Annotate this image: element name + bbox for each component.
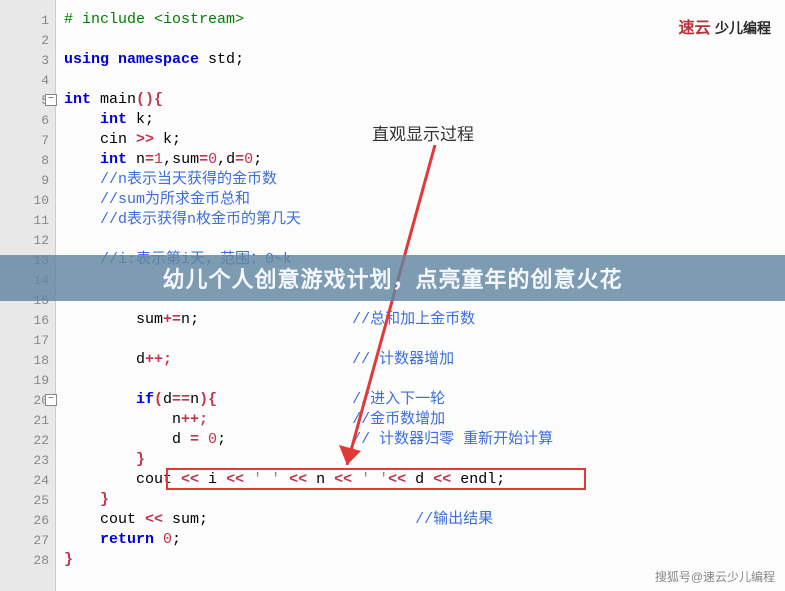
code-line <box>64 230 785 250</box>
line-number: 22 <box>0 430 55 450</box>
line-number: 6 <box>0 110 55 130</box>
line-number: 2 <box>0 30 55 50</box>
code-line: int main(){ <box>64 90 785 110</box>
code-line <box>64 30 785 50</box>
brand-logo: 速云 少儿编程 <box>679 14 771 38</box>
code-line: d = 0; // 计数器归零 重新开始计算 <box>64 430 785 450</box>
code-line: using namespace std; <box>64 50 785 70</box>
code-line: } <box>64 550 785 570</box>
line-number: 1 <box>0 10 55 30</box>
line-number: 9 <box>0 170 55 190</box>
code-line: } <box>64 490 785 510</box>
code-line: # include <iostream> <box>64 10 785 30</box>
line-number: 17 <box>0 330 55 350</box>
line-number: 12 <box>0 230 55 250</box>
line-number: 23 <box>0 450 55 470</box>
line-number: 10 <box>0 190 55 210</box>
code-line: d++; // 计数器增加 <box>64 350 785 370</box>
overlay-banner: 幼儿个人创意游戏计划，点亮童年的创意火花 <box>0 255 785 301</box>
line-number: 27 <box>0 530 55 550</box>
line-number: 11 <box>0 210 55 230</box>
line-number: 24 <box>0 470 55 490</box>
line-number: 25 <box>0 490 55 510</box>
code-line <box>64 70 785 90</box>
code-line: //sum为所求金币总和 <box>64 190 785 210</box>
line-number: 21 <box>0 410 55 430</box>
line-number: 16 <box>0 310 55 330</box>
code-line: if(d==n){ //进入下一轮 <box>64 390 785 410</box>
code-line: sum+=n; //总和加上金币数 <box>64 310 785 330</box>
highlight-box <box>166 468 586 490</box>
code-line: return 0; <box>64 530 785 550</box>
line-number: 19 <box>0 370 55 390</box>
code-line: //d表示获得n枚金币的第几天 <box>64 210 785 230</box>
line-number: 28 <box>0 550 55 570</box>
line-number: 7 <box>0 130 55 150</box>
code-line: //n表示当天获得的金币数 <box>64 170 785 190</box>
line-number: 26 <box>0 510 55 530</box>
line-number: 3 <box>0 50 55 70</box>
code-line <box>64 330 785 350</box>
code-line <box>64 370 785 390</box>
code-line: } <box>64 450 785 470</box>
line-number: 4 <box>0 70 55 90</box>
watermark-text: 搜狐号@速云少儿编程 <box>655 568 775 585</box>
code-line: n++; //金币数增加 <box>64 410 785 430</box>
line-number: 18 <box>0 350 55 370</box>
code-line: cout << sum; //输出结果 <box>64 510 785 530</box>
code-line: int n=1,sum=0,d=0; <box>64 150 785 170</box>
line-number: 8 <box>0 150 55 170</box>
annotation-label: 直观显示过程 <box>372 120 474 145</box>
